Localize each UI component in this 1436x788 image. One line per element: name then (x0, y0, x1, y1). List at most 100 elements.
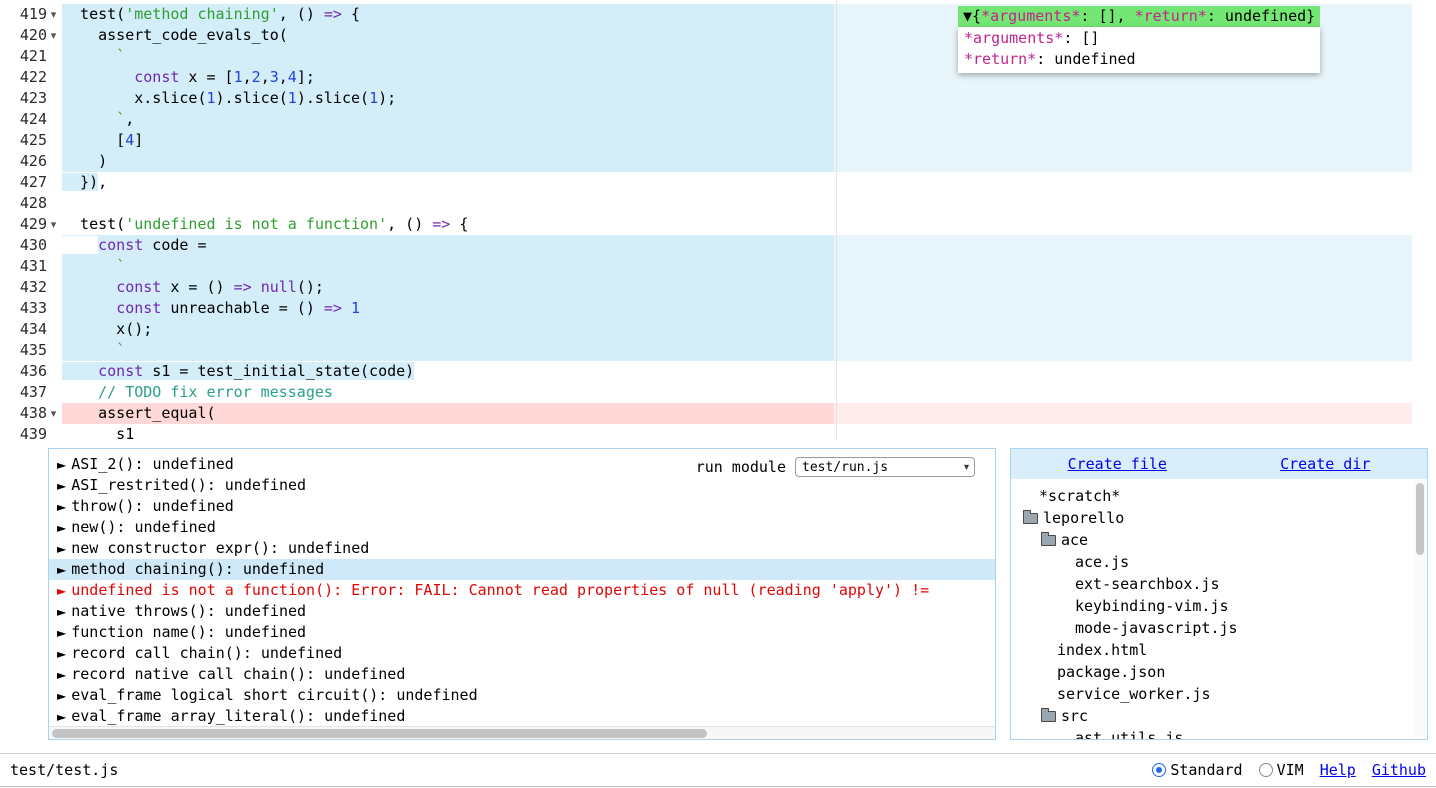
expand-icon[interactable]: ► (57, 605, 66, 619)
expand-icon[interactable]: ► (57, 647, 66, 661)
console-list: ► ASI_2(): undefined ►ASI_restrited(): und… (49, 449, 995, 727)
fold-spacer (47, 46, 60, 67)
console-panel: run module test/run.js ▾ ►ASI_2(): undef… (48, 448, 996, 740)
expand-icon[interactable]: ► (57, 689, 66, 703)
tree-label: ast_utils.js (1075, 729, 1183, 740)
code-text: }), (62, 172, 1412, 193)
console-item-text: native throws(): undefined (71, 602, 306, 620)
expand-icon[interactable]: ► (57, 563, 66, 577)
code-line[interactable]: 431 ` (0, 256, 1412, 277)
vim-radio[interactable] (1259, 763, 1273, 777)
code-line[interactable]: 427 }), (0, 172, 1412, 193)
gutter-cell: 426 (0, 151, 62, 172)
keybinding-vim-option[interactable]: VIM (1259, 761, 1304, 779)
fold-icon[interactable]: ▾ (47, 25, 60, 46)
code-token: assert_code_evals_to( (62, 26, 288, 44)
standard-radio[interactable] (1152, 763, 1166, 777)
gutter-cell: 427 (0, 172, 62, 193)
files-scrollbar[interactable] (1414, 480, 1426, 738)
tree-file[interactable]: package.json (1011, 661, 1427, 683)
console-item-text: ASI_2(): undefined (71, 455, 234, 473)
create-file-link[interactable]: Create file (1068, 455, 1167, 473)
tree-file[interactable]: ast_utils.js (1011, 727, 1427, 740)
code-line[interactable]: 434 x(); (0, 319, 1412, 340)
expand-icon[interactable]: ► (57, 584, 66, 598)
console-item[interactable]: ►record native call chain(): undefined (49, 664, 995, 685)
tree-dir[interactable]: ace (1011, 529, 1427, 551)
line-number: 427 (20, 172, 47, 193)
gutter-cell: 425 (0, 130, 62, 151)
fold-icon[interactable]: ▾ (47, 4, 60, 25)
code-line[interactable]: 429▾ test('undefined is not a function',… (0, 214, 1412, 235)
expand-icon[interactable]: ► (57, 626, 66, 640)
expand-icon[interactable]: ► (57, 668, 66, 682)
create-dir-link[interactable]: Create dir (1280, 455, 1370, 473)
line-number: 426 (20, 151, 47, 172)
expand-icon[interactable]: ► (57, 458, 66, 472)
fold-icon[interactable]: ▾ (47, 214, 60, 235)
console-item[interactable]: ►undefined is not a function(): Error: F… (49, 580, 995, 601)
expand-icon[interactable]: ► (57, 500, 66, 514)
console-item[interactable]: ►new constructor expr(): undefined (49, 538, 995, 559)
code-token: ).slice( (297, 89, 369, 107)
tree-file[interactable]: keybinding-vim.js (1011, 595, 1427, 617)
code-line[interactable]: 432 const x = () => null(); (0, 277, 1412, 298)
code-line[interactable]: 439 s1 (0, 424, 1412, 440)
console-item[interactable]: ► native throws(): undefined (49, 601, 995, 622)
expand-icon[interactable]: ► (57, 542, 66, 556)
status-bar: test/test.js Standard VIM Help Github (0, 753, 1436, 787)
keybinding-standard-option[interactable]: Standard (1152, 761, 1242, 779)
help-link[interactable]: Help (1320, 761, 1356, 779)
github-link[interactable]: Github (1372, 761, 1426, 779)
line-number: 438 (20, 403, 47, 424)
tree-file[interactable]: *scratch* (1011, 485, 1427, 507)
module-select[interactable]: test/run.js ▾ (795, 457, 975, 477)
code-line[interactable]: 423 x.slice(1).slice(1).slice(1); (0, 88, 1412, 109)
line-number: 434 (20, 319, 47, 340)
fold-spacer (47, 340, 60, 361)
code-token: ); (378, 89, 396, 107)
code-token: 1 (351, 299, 360, 317)
console-hscrollbar-thumb[interactable] (52, 729, 707, 738)
tooltip-row: *arguments*: [] (964, 28, 1314, 49)
code-line[interactable]: 424 `, (0, 109, 1412, 130)
console-item[interactable]: ►eval_frame array_literal(): undefined (49, 706, 995, 727)
console-item[interactable]: ►method chaining(): undefined (49, 559, 995, 580)
tooltip-header[interactable]: ▼{*arguments*: [], *return*: undefined} (958, 6, 1320, 27)
code-line[interactable]: 436 const s1 = test_initial_state(code) (0, 361, 1412, 382)
code-line[interactable]: 430 const code = (0, 235, 1412, 256)
console-item[interactable]: ►new(): undefined (49, 517, 995, 538)
tree-dir[interactable]: leporello (1011, 507, 1427, 529)
fold-icon[interactable]: ▾ (47, 403, 60, 424)
tree-file[interactable]: index.html (1011, 639, 1427, 661)
console-item[interactable]: ►function name(): undefined (49, 622, 995, 643)
code-line[interactable]: 428 (0, 193, 1412, 214)
console-item-text: throw(): undefined (71, 497, 234, 515)
files-scrollbar-thumb[interactable] (1416, 483, 1424, 555)
console-item[interactable]: ►ASI_restrited(): undefined (49, 475, 995, 496)
tree-file[interactable]: service_worker.js (1011, 683, 1427, 705)
console-item[interactable]: ► throw(): undefined (49, 496, 995, 517)
tree-file[interactable]: mode-javascript.js (1011, 617, 1427, 639)
code-text: const s1 = test_initial_state(code) (62, 361, 1412, 382)
code-line[interactable]: 433 const unreachable = () => 1 (0, 298, 1412, 319)
code-editor[interactable]: 419▾ test('method chaining', () => {420▾… (0, 0, 1412, 440)
tree-dir[interactable]: src (1011, 705, 1427, 727)
code-token: ` (116, 47, 125, 65)
expand-icon[interactable]: ► (57, 521, 66, 535)
eval-result-tooltip: ▼{*arguments*: [], *return*: undefined} … (958, 6, 1320, 73)
console-hscrollbar[interactable] (49, 726, 995, 739)
tree-file[interactable]: ace.js (1011, 551, 1427, 573)
expand-icon[interactable]: ► (57, 479, 66, 493)
code-token: 1 (288, 89, 297, 107)
code-line[interactable]: 438▾ assert_equal( (0, 403, 1412, 424)
console-item[interactable]: ►record call chain(): undefined (49, 643, 995, 664)
code-line[interactable]: 435 ` (0, 340, 1412, 361)
code-line[interactable]: 437 // TODO fix error messages (0, 382, 1412, 403)
tree-file[interactable]: ext-searchbox.js (1011, 573, 1427, 595)
code-line[interactable]: 426 ) (0, 151, 1412, 172)
expand-icon[interactable]: ► (57, 710, 66, 724)
code-token (62, 299, 116, 317)
console-item[interactable]: ►eval_frame logical short circuit(): und… (49, 685, 995, 706)
code-line[interactable]: 425 [4] (0, 130, 1412, 151)
